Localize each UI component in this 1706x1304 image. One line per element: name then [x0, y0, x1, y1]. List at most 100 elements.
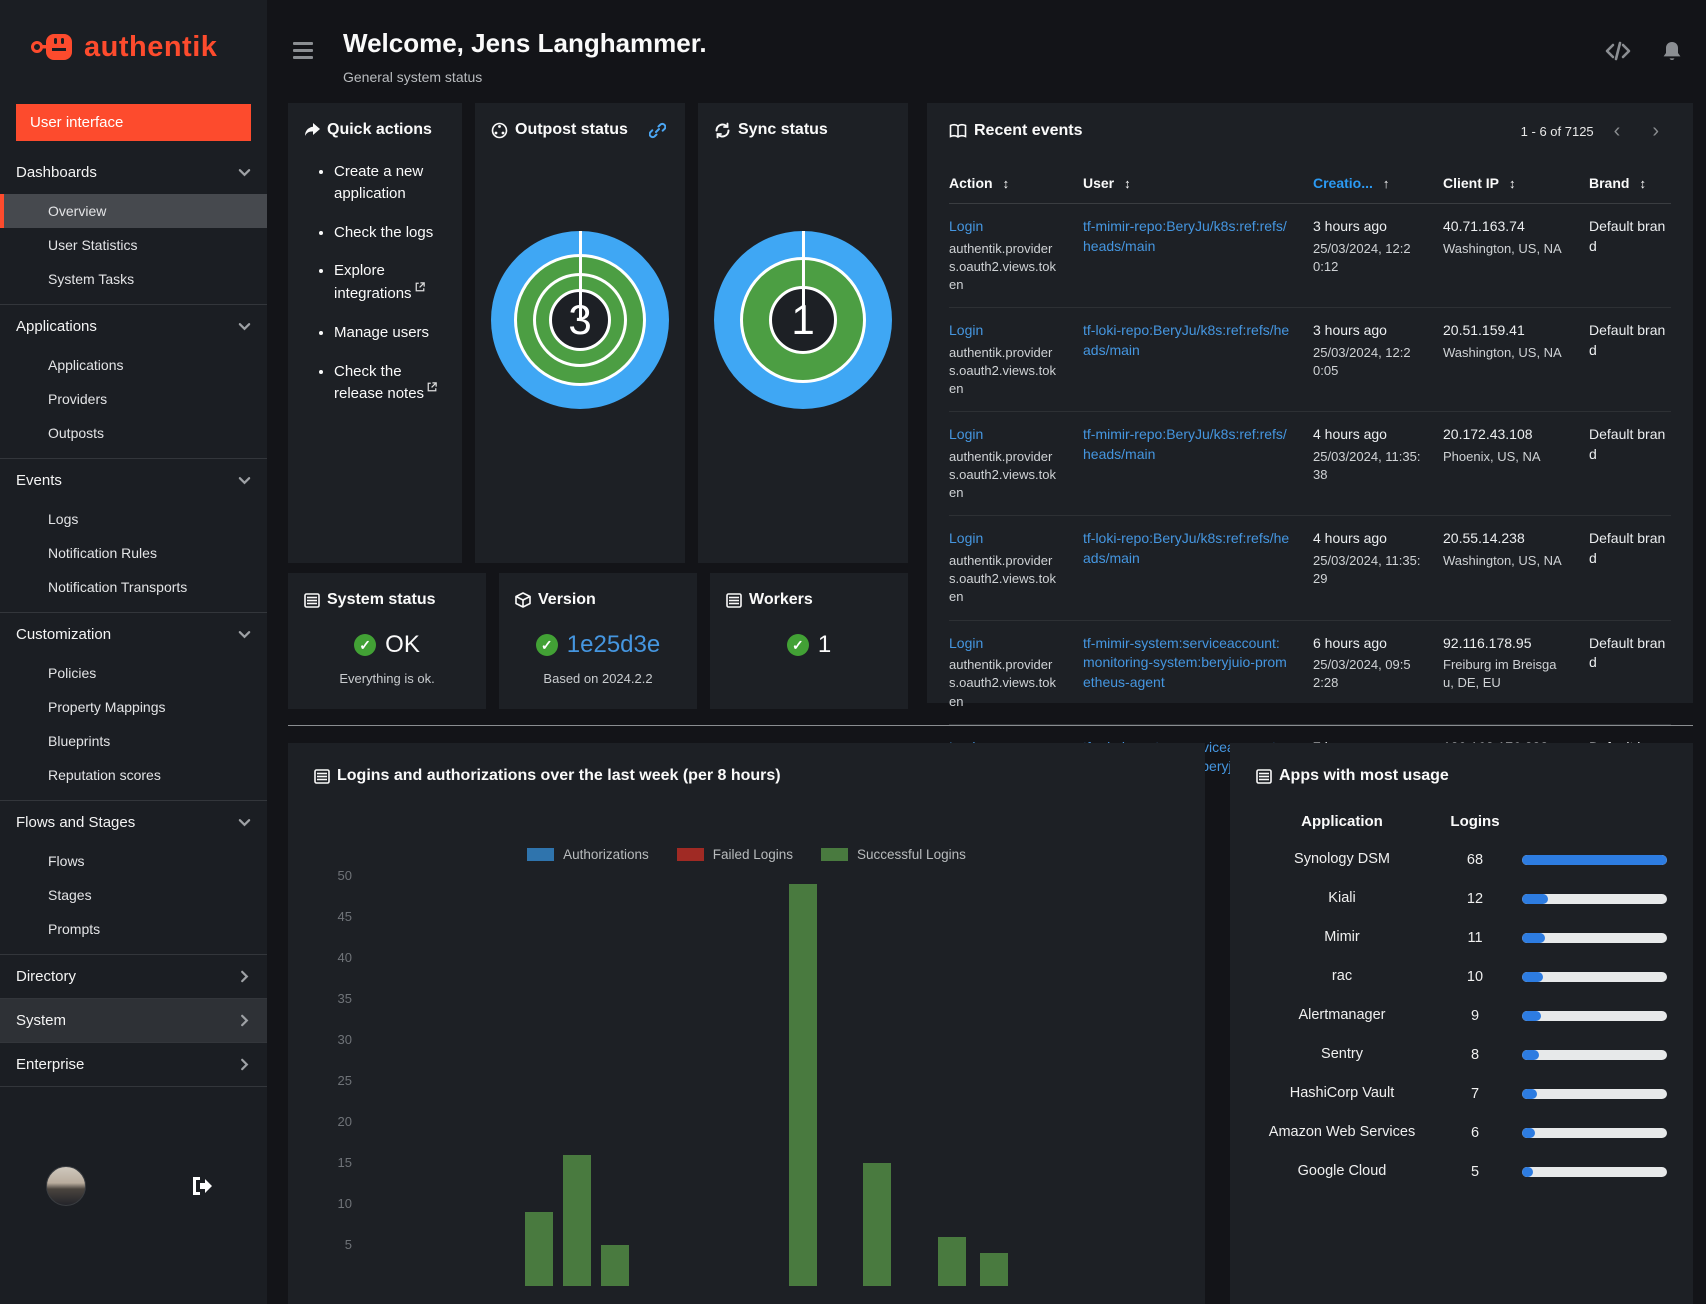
sidebar-item-reputation-scores[interactable]: Reputation scores	[0, 758, 267, 792]
sidebar-item-enterprise[interactable]: Enterprise	[0, 1043, 267, 1086]
event-user-cell: tf-mimir-repo:BeryJu/k8s:ref:refs/heads/…	[1083, 425, 1291, 502]
sidebar-item-events[interactable]: Events	[0, 459, 267, 502]
event-ip: 20.55.14.238	[1443, 530, 1525, 547]
chevron-right-icon	[238, 1014, 251, 1027]
logout-button[interactable]	[190, 1176, 212, 1196]
sidebar-item-system-tasks[interactable]: System Tasks	[0, 262, 267, 296]
event-user-link[interactable]: tf-mimir-system:serviceaccount:monitorin…	[1083, 635, 1287, 690]
quick-action-link[interactable]: Manage users	[334, 322, 446, 344]
chart-legend: Authorizations Failed Logins Successful Lo…	[314, 847, 1179, 862]
sidebar-item-outposts[interactable]: Outposts	[0, 416, 267, 450]
events-column-client-ip[interactable]: Client IP ↕	[1443, 175, 1567, 191]
list-item: Synology DSM 68	[1256, 840, 1667, 879]
app-name: HashiCorp Vault	[1289, 1085, 1395, 1102]
table-row: Login authentik.providers.oauth2.views.to…	[949, 516, 1671, 621]
outpost-link-button[interactable]	[648, 122, 666, 139]
workers-value: 1	[817, 631, 832, 658]
sidebar-item-providers[interactable]: Providers	[0, 382, 267, 416]
chart-bar	[600, 1245, 629, 1286]
event-client-ip-cell: 20.55.14.238 Washington, US, NA	[1443, 529, 1567, 606]
sidebar-section-system: System	[0, 998, 267, 1042]
chart-bar	[562, 1154, 591, 1286]
event-brand-cell: Default brand	[1589, 426, 1666, 462]
app-usage-bar	[1522, 1049, 1667, 1060]
event-action-link[interactable]: Login	[949, 321, 1061, 341]
event-user-link[interactable]: tf-mimir-repo:BeryJu/k8s:ref:refs/heads/…	[1083, 218, 1287, 254]
user-avatar[interactable]	[46, 1166, 86, 1206]
server-icon	[314, 768, 330, 784]
sidebar-item-policies[interactable]: Policies	[0, 656, 267, 690]
sidebar-item-logs[interactable]: Logs	[0, 502, 267, 536]
events-column-brand[interactable]: Brand ↕	[1589, 175, 1671, 191]
sidebar-item-overview[interactable]: Overview	[0, 194, 267, 228]
check-circle-icon: ✓	[354, 634, 377, 656]
apps-column-logins: Logins	[1450, 813, 1500, 830]
apps-column-application: Application	[1301, 813, 1383, 830]
event-user-link[interactable]: tf-loki-repo:BeryJu/k8s:ref:refs/heads/m…	[1083, 322, 1289, 358]
event-age: 4 hours ago	[1313, 426, 1387, 443]
sort-icon: ↕	[1639, 175, 1646, 191]
event-timestamp: 25/03/2024, 11:35:29	[1313, 553, 1421, 587]
sidebar-item-prompts[interactable]: Prompts	[0, 912, 267, 946]
version-value-link[interactable]: 1e25d3e	[567, 631, 660, 659]
quick-action-link[interactable]: Create a new application	[334, 161, 446, 205]
event-action-context: authentik.providers.oauth2.views.token	[949, 448, 1056, 501]
next-page-button[interactable]: ›	[1640, 121, 1671, 141]
list-item: Alertmanager 9	[1256, 996, 1667, 1035]
quick-action-label: Explore integrations	[334, 262, 412, 302]
events-column-user[interactable]: User ↕	[1083, 175, 1291, 191]
sidebar-item-customization[interactable]: Customization	[0, 613, 267, 656]
notifications-button[interactable]	[1661, 40, 1683, 62]
workers-card: Workers ✓ 1	[710, 573, 908, 709]
event-action-link[interactable]: Login	[949, 425, 1061, 445]
events-column-action[interactable]: Action ↕	[949, 175, 1061, 191]
sidebar-item-system[interactable]: System	[0, 999, 267, 1042]
apps-usage-panel: Apps with most usage Application Logins …	[1230, 743, 1693, 1304]
hamburger-menu-icon[interactable]	[291, 34, 315, 67]
sidebar-item-stages[interactable]: Stages	[0, 878, 267, 912]
event-user-cell: tf-mimir-system:serviceaccount:monitorin…	[1083, 634, 1291, 711]
event-action-link[interactable]: Login	[949, 217, 1061, 237]
api-browser-button[interactable]	[1605, 40, 1631, 62]
event-user-link[interactable]: tf-mimir-repo:BeryJu/k8s:ref:refs/heads/…	[1083, 426, 1287, 462]
quick-action-link[interactable]: Check the release notes	[334, 361, 446, 406]
sidebar-item-notification-transports[interactable]: Notification Transports	[0, 570, 267, 604]
event-action-context: authentik.providers.oauth2.views.token	[949, 657, 1056, 709]
events-column-creatio-[interactable]: Creatio... ↑	[1313, 175, 1421, 191]
chevron-down-icon	[238, 320, 251, 333]
sidebar-item-property-mappings[interactable]: Property Mappings	[0, 690, 267, 724]
sidebar-item-notification-rules[interactable]: Notification Rules	[0, 536, 267, 570]
sidebar-section-label: Applications	[16, 318, 97, 335]
table-row: Login authentik.providers.oauth2.views.to…	[949, 412, 1671, 517]
sidebar-item-applications[interactable]: Applications	[0, 305, 267, 348]
legend-item-successful-logins: Successful Logins	[821, 847, 966, 862]
quick-action-link[interactable]: Explore integrations	[334, 260, 446, 305]
app-name: Sentry	[1321, 1046, 1363, 1063]
sidebar-item-user-statistics[interactable]: User Statistics	[0, 228, 267, 262]
system-status-card: System status ✓ OK Everything is ok.	[288, 573, 486, 709]
event-ip: 92.116.178.95	[1443, 634, 1532, 651]
event-action-link[interactable]: Login	[949, 529, 1061, 549]
sidebar-section-label: Directory	[16, 968, 77, 985]
legend-label: Successful Logins	[857, 847, 966, 862]
event-ip: 20.172.43.108	[1443, 426, 1533, 443]
sidebar-item-dashboards[interactable]: Dashboards	[0, 151, 267, 194]
authentik-logo: authentik	[0, 0, 267, 90]
version-description: Based on 2024.2.2	[543, 671, 653, 686]
sidebar-item-flows[interactable]: Flows	[0, 844, 267, 878]
page-subtitle: General system status	[343, 69, 483, 85]
book-icon	[949, 123, 967, 139]
sidebar-item-blueprints[interactable]: Blueprints	[0, 724, 267, 758]
sidebar-item-applications[interactable]: Applications	[0, 348, 267, 382]
check-circle-icon: ✓	[786, 634, 809, 656]
app-name: Synology DSM	[1294, 851, 1390, 867]
column-label: User	[1083, 175, 1115, 191]
event-action-link[interactable]: Login	[949, 634, 1061, 654]
previous-page-button[interactable]: ‹	[1602, 121, 1633, 141]
sidebar-item-directory[interactable]: Directory	[0, 955, 267, 998]
user-interface-button[interactable]: User interface	[16, 104, 251, 141]
quick-action-link[interactable]: Check the logs	[334, 222, 446, 244]
event-user-link[interactable]: tf-loki-repo:BeryJu/k8s:ref:refs/heads/m…	[1083, 530, 1289, 566]
events-table-body: Login authentik.providers.oauth2.views.to…	[949, 204, 1671, 828]
sidebar-item-flows-and-stages[interactable]: Flows and Stages	[0, 801, 267, 844]
